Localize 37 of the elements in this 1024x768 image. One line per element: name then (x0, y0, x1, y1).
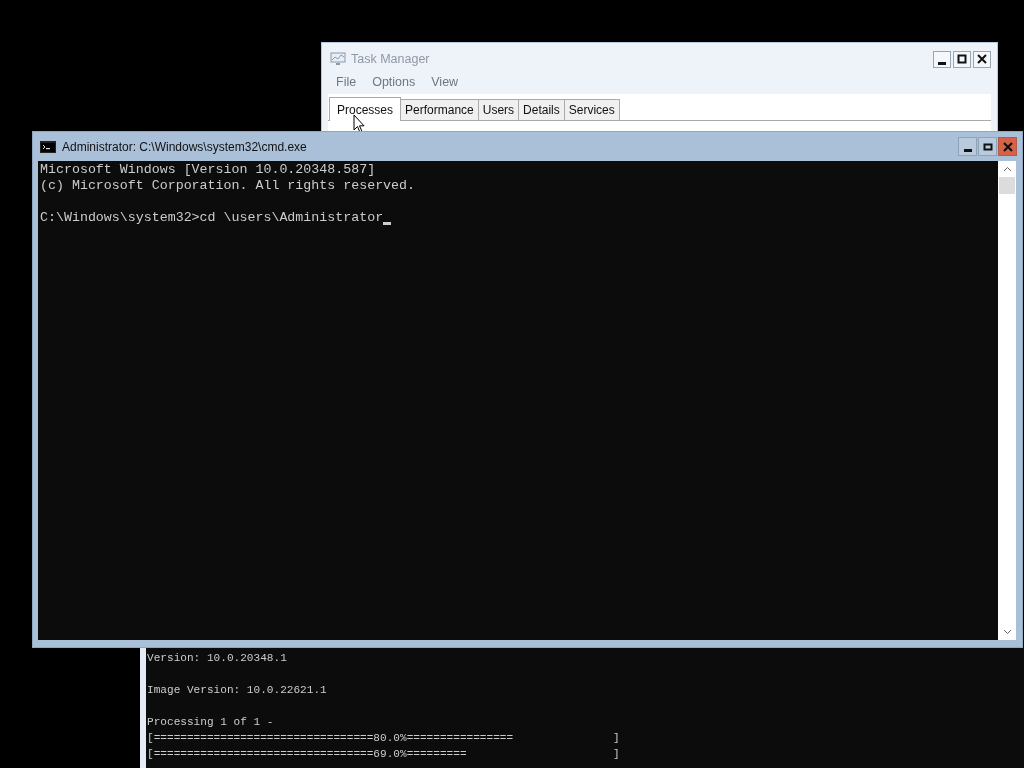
minimize-button[interactable] (933, 50, 951, 68)
console-line: Microsoft Windows [Version 10.0.20348.587] (40, 162, 377, 178)
scroll-down-icon[interactable] (1002, 629, 1012, 635)
console-line: Image Version: 10.0.22621.1 (147, 683, 328, 698)
menu-item[interactable]: View (431, 75, 459, 89)
tab[interactable]: Services (563, 99, 620, 120)
menu-item[interactable]: File (336, 75, 357, 89)
console-line: [=================================69.0%========= ] (147, 747, 621, 762)
maximize-icon (957, 54, 967, 64)
console-line: [=================================80.0%================ ] (147, 731, 621, 746)
minimize-icon (938, 61, 946, 65)
tab[interactable]: Processes (329, 97, 402, 121)
minimize-icon (963, 149, 972, 152)
console-icon (40, 140, 56, 153)
close-icon (977, 54, 987, 64)
maximize-button[interactable] (978, 137, 997, 156)
scrollbar-thumb[interactable] (999, 177, 1015, 194)
text-cursor (383, 222, 392, 225)
tab[interactable]: Performance (400, 99, 479, 120)
console-line: Processing 1 of 1 - (147, 715, 275, 730)
close-button[interactable] (973, 50, 991, 68)
monitor-chart-icon (330, 52, 346, 66)
mouse-pointer-icon (353, 114, 365, 134)
tab[interactable]: Users (477, 99, 520, 120)
console-line: (c) Microsoft Corporation. All rights reserved. (40, 178, 417, 194)
tab[interactable]: Details (518, 99, 565, 120)
window-title: Administrator: C:\Windows\system32\cmd.exe (62, 139, 307, 154)
window-title: Task Manager (351, 52, 430, 66)
scrollbar[interactable] (998, 161, 1016, 640)
maximize-icon (982, 141, 993, 152)
close-icon (1002, 141, 1013, 152)
scroll-up-icon[interactable] (1002, 166, 1012, 172)
maximize-button[interactable] (953, 50, 971, 68)
minimize-button[interactable] (958, 137, 977, 156)
command-line: C:\Windows\system32>cd \users\Administrator (40, 210, 384, 226)
console-line: Version: 10.0.20348.1 (147, 651, 288, 666)
menu-item[interactable]: Options (372, 75, 416, 89)
